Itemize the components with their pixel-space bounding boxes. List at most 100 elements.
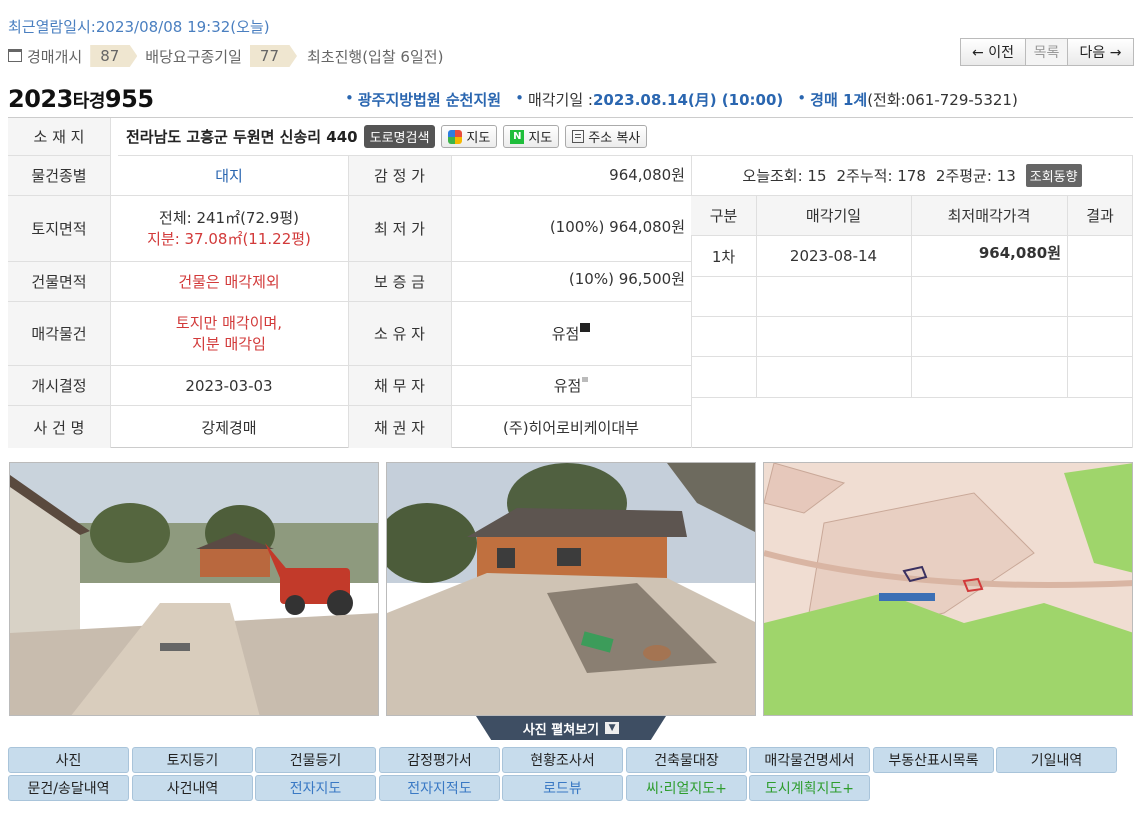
case-type: 타경 <box>72 91 106 112</box>
creditor-value: (주)히어로비케이대부 <box>503 418 639 437</box>
tab-button[interactable]: 토지등기 <box>132 747 253 773</box>
building-area-value: 건물은 매각제외 <box>110 262 348 302</box>
copy-address-label: 주소 복사 <box>588 131 641 146</box>
kind-text: 대지 <box>215 167 243 185</box>
daum-map-label: 지도 <box>466 131 491 146</box>
case-number: 2023타경955 <box>8 85 154 113</box>
chevron-down-icon: ▼ <box>605 722 620 734</box>
rounds-header-price: 최저매각가격 <box>911 196 1067 236</box>
bullet-icon: • <box>515 89 524 107</box>
building-area-label: 건물면적 <box>8 262 110 302</box>
expand-photos-label: 사진 펼쳐보기 <box>522 722 600 738</box>
open-decision-label: 개시결정 <box>8 366 110 406</box>
round-min-price: 964,080원 <box>911 236 1067 277</box>
case-year: 2023 <box>8 85 73 113</box>
cadastral-map[interactable] <box>763 462 1133 716</box>
tab-button[interactable]: 기일내역 <box>996 747 1117 773</box>
view-stats: 오늘조회: 15 2주누적: 178 2주평균: 13 조회동향 <box>691 156 1133 196</box>
tab-button[interactable]: 사진 <box>8 747 129 773</box>
expand-photos-toggle[interactable]: 사진 펼쳐보기 ▼ <box>476 716 666 740</box>
list-button[interactable]: 목록 <box>1026 38 1068 66</box>
tab-button[interactable]: 도시계획지도+ <box>749 775 870 801</box>
debtor-value: 유점 <box>451 366 691 406</box>
sale-object-value: 토지만 매각이며, 지분 매각임 <box>110 302 348 366</box>
site-photo-2[interactable] <box>386 462 756 716</box>
location-label: 소 재 지 <box>8 118 110 156</box>
sale-object-line: 지분 매각임 <box>192 334 266 353</box>
auction-dept: 경매 1계 <box>810 91 868 109</box>
tab-button[interactable]: 전자지적도 <box>379 775 500 801</box>
tab-button[interactable]: 현황조사서 <box>502 747 623 773</box>
rounds-header-date: 매각기일 <box>756 196 911 236</box>
timeline-step-days: 77 <box>249 45 297 67</box>
next-button[interactable]: 다음 → <box>1068 38 1134 66</box>
timeline-step-days: 87 <box>90 45 138 67</box>
sale-object-label: 매각물건 <box>8 302 110 366</box>
kind-value: 대지 <box>110 156 348 196</box>
dept-phone: (전화:061-729-5321) <box>867 91 1018 109</box>
copy-icon <box>572 130 585 143</box>
two-week-avg-views: 2주평균: 13 <box>935 167 1016 185</box>
case-navigation: ← 이전 목록 다음 → <box>960 38 1134 66</box>
site-photo-1[interactable] <box>9 462 379 716</box>
recent-view-time: 최근열람일시:2023/08/08 19:32(오늘) <box>8 18 270 36</box>
land-total-area: 전체: 241㎡(72.9평) <box>159 208 299 227</box>
tab-button[interactable]: 전자지도 <box>255 775 376 801</box>
sale-object-line: 토지만 매각이며, <box>175 313 283 332</box>
case-name-value: 강제경매 <box>201 418 257 437</box>
address-row: 전라남도 고흥군 두원면 신송리 440 도로명검색 지도 N 지도 주소 복사 <box>118 118 1133 156</box>
court-name: 광주지방법원 순천지원 <box>357 91 502 109</box>
land-area-label: 토지면적 <box>8 196 110 262</box>
appraisal-value: 964,080원 <box>451 156 691 196</box>
today-views: 오늘조회: 15 <box>742 167 827 185</box>
tab-button[interactable]: 매각물건명세서 <box>749 747 870 773</box>
auction-timeline: 경매개시 87 배당요구종기일 77 최초진행(입찰 6일전) <box>8 44 443 68</box>
tab-button[interactable]: 건축물대장 <box>626 747 747 773</box>
naver-map-button[interactable]: N 지도 <box>503 125 560 148</box>
case-info: • 광주지방법원 순천지원 • 매각기일 : 2023.08.14(月) (10… <box>345 89 1018 110</box>
appraisal-label: 감 정 가 <box>348 156 451 196</box>
daum-map-button[interactable]: 지도 <box>441 125 498 148</box>
deposit-value: (10%) 96,500원 <box>451 262 691 302</box>
round-number: 1차 <box>691 236 756 277</box>
owner-label: 소 유 자 <box>348 302 451 366</box>
round-result <box>1067 236 1133 277</box>
timeline-step-label: 최초진행(입찰 6일전) <box>307 47 444 66</box>
tab-button[interactable]: 부동산표시목록 <box>873 747 994 773</box>
tab-button[interactable]: 로드뷰 <box>502 775 623 801</box>
calendar-icon <box>8 48 22 62</box>
tab-button[interactable]: 문건/송달내역 <box>8 775 129 801</box>
kind-label: 물건종별 <box>8 156 110 196</box>
rounds-header-round: 구분 <box>691 196 756 236</box>
tab-button[interactable]: 건물등기 <box>255 747 376 773</box>
case-name-label: 사 건 명 <box>8 406 110 448</box>
tab-button[interactable]: 감정평가서 <box>379 747 500 773</box>
land-area-value: 전체: 241㎡(72.9평) 지분: 37.08㎡(11.22평) <box>110 196 348 262</box>
address-text: 전라남도 고흥군 두원면 신송리 440 <box>126 128 358 146</box>
daum-map-icon <box>448 129 463 144</box>
sale-date-label: 매각기일 : <box>527 91 593 109</box>
naver-map-label: 지도 <box>528 131 553 146</box>
naver-map-icon: N <box>510 129 525 144</box>
tab-button[interactable]: 사건내역 <box>132 775 253 801</box>
debtor-label: 채 무 자 <box>348 366 451 406</box>
land-share-area: 지분: 37.08㎡(11.22평) <box>147 229 311 248</box>
road-address-search-button[interactable]: 도로명검색 <box>363 125 436 148</box>
sale-date: 2023.08.14(月) (10:00) <box>592 91 784 109</box>
view-trend-button[interactable]: 조회동향 <box>1025 164 1082 187</box>
min-price-label: 최 저 가 <box>348 196 451 262</box>
tab-button[interactable]: 씨:리얼지도+ <box>626 775 747 801</box>
round-date: 2023-08-14 <box>756 236 911 277</box>
case-details-table: 소 재 지 전라남도 고흥군 두원면 신송리 440 도로명검색 지도 N 지도… <box>8 117 1133 448</box>
bullet-icon: • <box>345 89 354 107</box>
debtor-name: 유점 <box>553 377 582 395</box>
two-week-views: 2주누적: 178 <box>836 167 926 185</box>
owner-value: 유점 <box>451 302 691 366</box>
prev-button[interactable]: ← 이전 <box>960 38 1026 66</box>
case-serial: 955 <box>104 85 154 113</box>
rounds-header-result: 결과 <box>1067 196 1133 236</box>
timeline-step-label: 배당요구종기일 <box>145 47 242 66</box>
open-decision-value: 2023-03-03 <box>110 366 348 406</box>
min-price-value: (100%) 964,080원 <box>451 196 691 262</box>
copy-address-button[interactable]: 주소 복사 <box>565 125 648 148</box>
